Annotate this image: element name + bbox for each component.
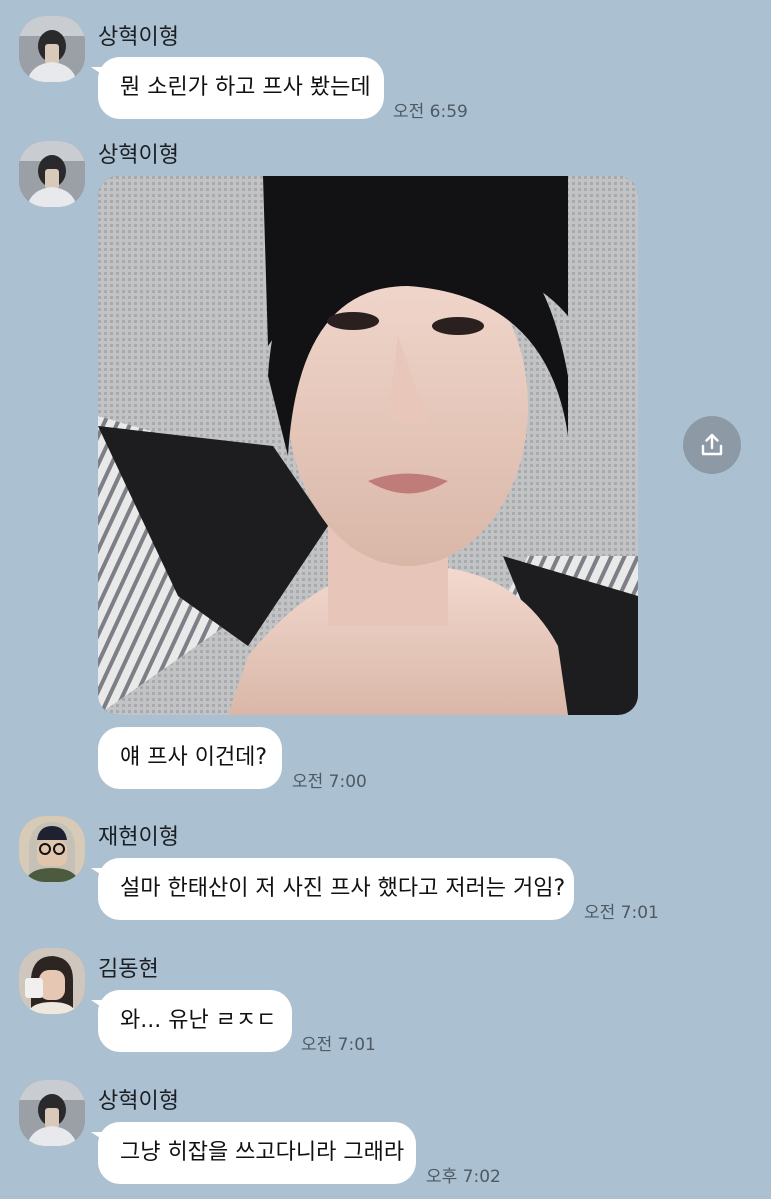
avatar[interactable] bbox=[19, 1080, 85, 1146]
message-bubble[interactable]: 얘 프사 이건데? bbox=[98, 727, 282, 789]
share-icon bbox=[701, 433, 723, 456]
message-bubble[interactable]: 뭔 소린가 하고 프사 봤는데 bbox=[91, 57, 384, 119]
avatar[interactable] bbox=[19, 141, 85, 207]
sender-name: 재현이형 bbox=[98, 825, 179, 850]
message-text: 뭔 소린가 하고 프사 봤는데 bbox=[120, 75, 371, 100]
avatar[interactable] bbox=[19, 948, 85, 1014]
avatar[interactable] bbox=[19, 816, 85, 882]
message-time: 오전 6:59 bbox=[393, 102, 468, 122]
sender-name: 상혁이형 bbox=[98, 25, 179, 50]
message-text: 얘 프사 이건데? bbox=[120, 745, 268, 770]
sender-name: 김동현 bbox=[98, 957, 159, 982]
message-text: 와... 유난 ㄹㅈㄷ bbox=[120, 1008, 277, 1033]
message-bubble[interactable]: 그냥 히잡을 쓰고다니라 그래라 bbox=[91, 1122, 416, 1184]
message-time: 오후 7:02 bbox=[426, 1167, 501, 1187]
message-bubble[interactable]: 와... 유난 ㄹㅈㄷ bbox=[91, 990, 292, 1052]
sender-name: 상혁이형 bbox=[98, 143, 179, 168]
message-bubble[interactable]: 설마 한태산이 저 사진 프사 했다고 저러는 거임? bbox=[91, 858, 574, 920]
selfie-photo[interactable] bbox=[98, 176, 638, 715]
sender-name: 상혁이형 bbox=[98, 1089, 179, 1114]
message-time: 오전 7:01 bbox=[584, 903, 659, 923]
share-button[interactable] bbox=[683, 416, 741, 474]
message-text: 설마 한태산이 저 사진 프사 했다고 저러는 거임? bbox=[120, 876, 566, 901]
message-time: 오전 7:00 bbox=[292, 772, 367, 792]
message-text: 그냥 히잡을 쓰고다니라 그래라 bbox=[120, 1140, 405, 1165]
message-time: 오전 7:01 bbox=[301, 1035, 376, 1055]
avatar[interactable] bbox=[19, 16, 85, 82]
